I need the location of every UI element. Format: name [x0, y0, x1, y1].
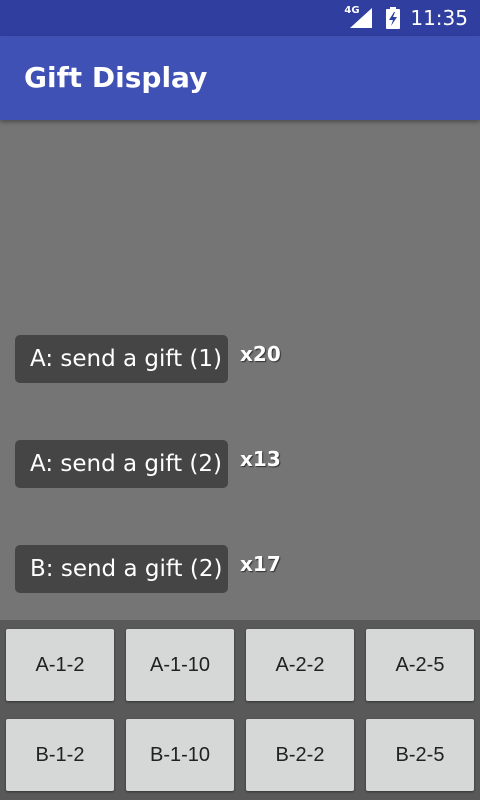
- gift-count: x17: [240, 552, 281, 576]
- send-gift-button-a-2-5[interactable]: A-2-5: [366, 629, 474, 701]
- gift-count: x13: [240, 447, 281, 471]
- clock: 11:35: [410, 6, 468, 30]
- gift-button-panel: A-1-2 A-1-10 A-2-2 A-2-5 B-1-2 B-1-10 B-…: [0, 620, 480, 800]
- send-gift-button-a-1-2[interactable]: A-1-2: [6, 629, 114, 701]
- status-icons: 4G 11:35: [344, 0, 468, 36]
- gift-count: x20: [240, 342, 281, 366]
- send-gift-button-b-1-2[interactable]: B-1-2: [6, 719, 114, 791]
- send-gift-button-b-2-5[interactable]: B-2-5: [366, 719, 474, 791]
- app-bar: Gift Display: [0, 36, 480, 120]
- send-gift-button-b-1-10[interactable]: B-1-10: [126, 719, 234, 791]
- gift-message: A: send a gift (2): [15, 440, 228, 488]
- send-gift-button-a-2-2[interactable]: A-2-2: [246, 629, 354, 701]
- status-bar: 4G 11:35: [0, 0, 480, 36]
- send-gift-button-a-1-10[interactable]: A-1-10: [126, 629, 234, 701]
- gift-message: A: send a gift (1): [15, 335, 228, 383]
- app-title: Gift Display: [24, 61, 208, 94]
- battery-charging-icon: [386, 7, 401, 29]
- send-gift-button-b-2-2[interactable]: B-2-2: [246, 719, 354, 791]
- gift-message: B: send a gift (2): [15, 545, 228, 593]
- signal-icon: 4G: [344, 5, 374, 30]
